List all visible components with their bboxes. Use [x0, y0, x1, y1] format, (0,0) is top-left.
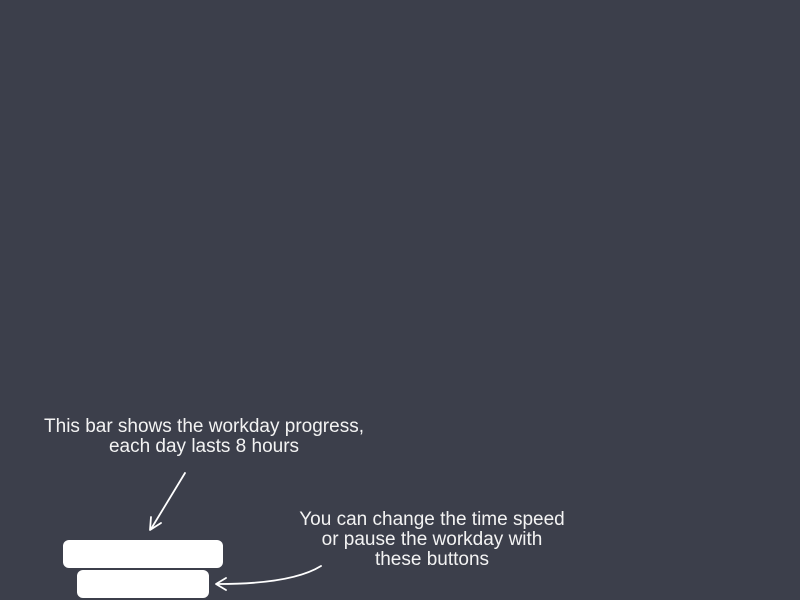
workday-progress-hint: This bar shows the workday progress, eac…	[44, 416, 364, 457]
arrow-down-left-icon	[149, 472, 186, 531]
workday-progress-bar	[63, 540, 223, 568]
time-speed-hint: You can change the time speed or pause t…	[299, 509, 565, 570]
time-speed-controls[interactable]	[77, 570, 209, 598]
